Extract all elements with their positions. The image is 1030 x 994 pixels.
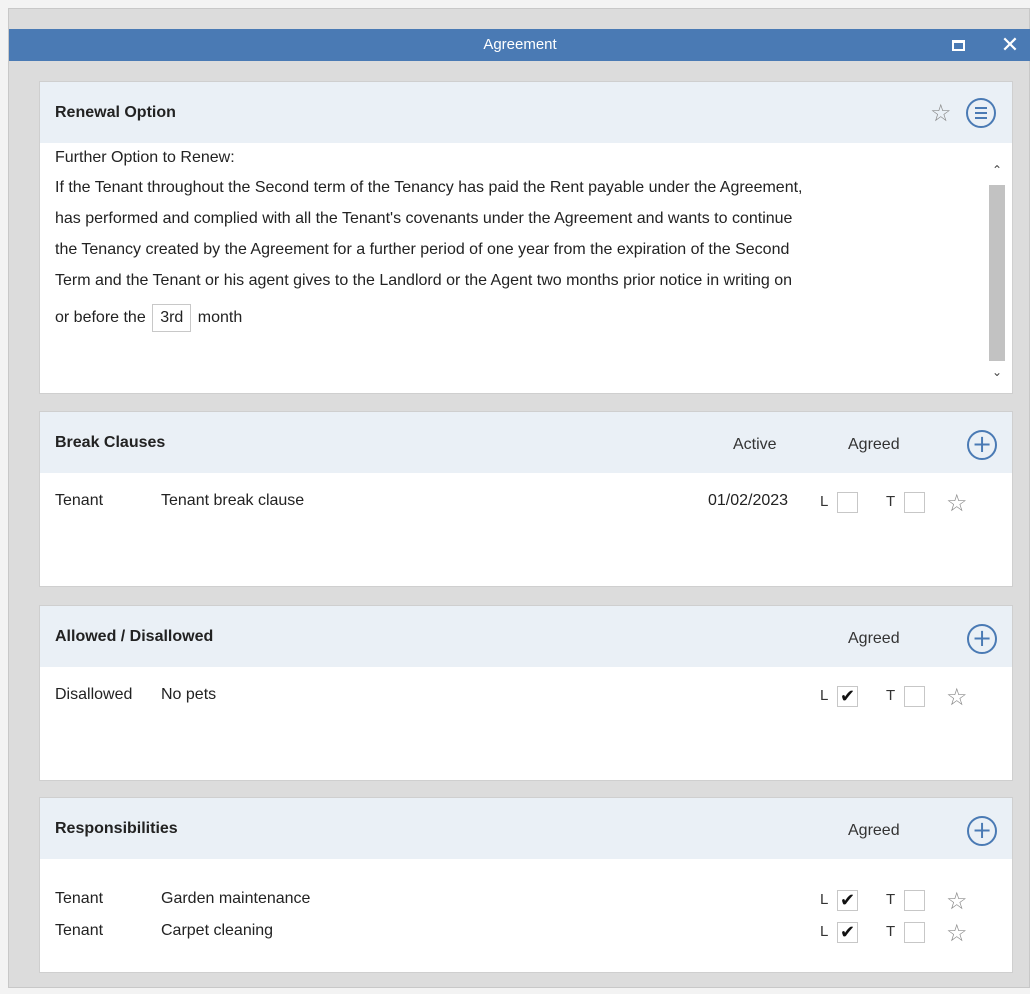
maximize-button[interactable] (941, 29, 975, 61)
landlord-label: L (820, 891, 829, 908)
title-bar: Agreement ✕ (9, 29, 1030, 61)
row-description: Garden maintenance (161, 890, 311, 907)
window-title: Agreement (483, 36, 557, 53)
allowed-disallowed-panel: Allowed / Disallowed Agreed + Disallowed… (39, 605, 1013, 781)
tenant-label: T (886, 687, 896, 704)
add-break-clause-button[interactable]: + (967, 430, 997, 460)
tenant-label: T (886, 891, 896, 908)
landlord-agreed-checkbox[interactable] (837, 492, 858, 513)
star-outline-icon[interactable]: ☆ (946, 889, 968, 913)
row-description: Carpet cleaning (161, 922, 274, 939)
column-agreed: Agreed (848, 630, 900, 647)
renewal-option-header: Renewal Option ☆ (40, 82, 1012, 143)
scroll-down-icon[interactable]: ⌄ (990, 365, 1004, 379)
scroll-thumb[interactable] (989, 185, 1005, 361)
landlord-agreed-checkbox[interactable]: ✔ (837, 890, 858, 911)
row-type: Disallowed (55, 686, 133, 703)
panel-title: Renewal Option (55, 104, 176, 121)
landlord-label: L (820, 493, 829, 510)
star-outline-icon[interactable]: ☆ (930, 101, 952, 125)
panel-title: Break Clauses (55, 434, 166, 451)
row-party: Tenant (55, 922, 104, 939)
close-icon: ✕ (1000, 32, 1020, 58)
tenant-agreed-checkbox[interactable] (904, 922, 925, 943)
allowed-disallowed-header: Allowed / Disallowed Agreed + (40, 606, 1012, 667)
text-line-last: or before the 3rd month (55, 302, 985, 333)
star-outline-icon[interactable]: ☆ (946, 685, 968, 709)
landlord-label: L (820, 923, 829, 940)
tenant-label: T (886, 493, 896, 510)
tenant-label: T (886, 923, 896, 940)
star-outline-icon[interactable]: ☆ (946, 921, 968, 945)
plus-icon: + (971, 430, 993, 458)
tenant-agreed-checkbox[interactable] (904, 890, 925, 911)
star-outline-icon[interactable]: ☆ (946, 491, 968, 515)
text-line: Term and the Tenant or his agent gives t… (55, 272, 793, 289)
menu-button[interactable] (966, 98, 996, 128)
landlord-agreed-checkbox[interactable]: ✔ (837, 686, 858, 707)
landlord-agreed-checkbox[interactable]: ✔ (837, 922, 858, 943)
responsibilities-panel: Responsibilities Agreed + Tenant Garden … (39, 797, 1013, 973)
text-line: the Tenancy created by the Agreement for… (55, 241, 790, 258)
plus-icon: + (971, 624, 993, 652)
month-input[interactable]: 3rd (152, 304, 192, 332)
renewal-text: Further Option to Renew: If the Tenant t… (55, 143, 985, 333)
break-clauses-panel: Break Clauses Active Agreed + Tenant Ten… (39, 411, 1013, 587)
agreement-window: Agreement ✕ Renewal Option ☆ Further Opt… (8, 8, 1030, 988)
tenant-agreed-checkbox[interactable] (904, 492, 925, 513)
close-button[interactable]: ✕ (993, 29, 1027, 61)
vertical-scrollbar[interactable]: ⌃ ⌄ (986, 143, 1008, 393)
scroll-up-icon[interactable]: ⌃ (990, 163, 1004, 177)
tenant-agreed-checkbox[interactable] (904, 686, 925, 707)
row-description: Tenant break clause (161, 492, 305, 509)
plus-icon: + (971, 816, 993, 844)
text-line: has performed and complied with all the … (55, 210, 793, 227)
column-agreed: Agreed (848, 822, 900, 839)
break-clauses-header: Break Clauses Active Agreed + (40, 412, 1012, 473)
row-active-date: 01/02/2023 (708, 492, 789, 509)
text-prefix: or before the (55, 309, 146, 326)
menu-lines-icon (975, 107, 987, 109)
row-party: Tenant (55, 890, 104, 907)
add-responsibility-button[interactable]: + (967, 816, 997, 846)
landlord-label: L (820, 687, 829, 704)
panel-title: Allowed / Disallowed (55, 628, 214, 645)
renewal-option-panel: Renewal Option ☆ Further Option to Renew… (39, 81, 1013, 394)
text-line: If the Tenant throughout the Second term… (55, 179, 803, 196)
column-agreed: Agreed (848, 436, 900, 453)
responsibilities-header: Responsibilities Agreed + (40, 798, 1012, 859)
text-line: Further Option to Renew: (55, 149, 235, 166)
add-allowed-button[interactable]: + (967, 624, 997, 654)
column-active: Active (733, 436, 777, 453)
row-party: Tenant (55, 492, 104, 509)
panel-title: Responsibilities (55, 820, 178, 837)
maximize-icon (951, 39, 965, 51)
text-suffix: month (197, 309, 243, 326)
row-description: No pets (161, 686, 217, 703)
